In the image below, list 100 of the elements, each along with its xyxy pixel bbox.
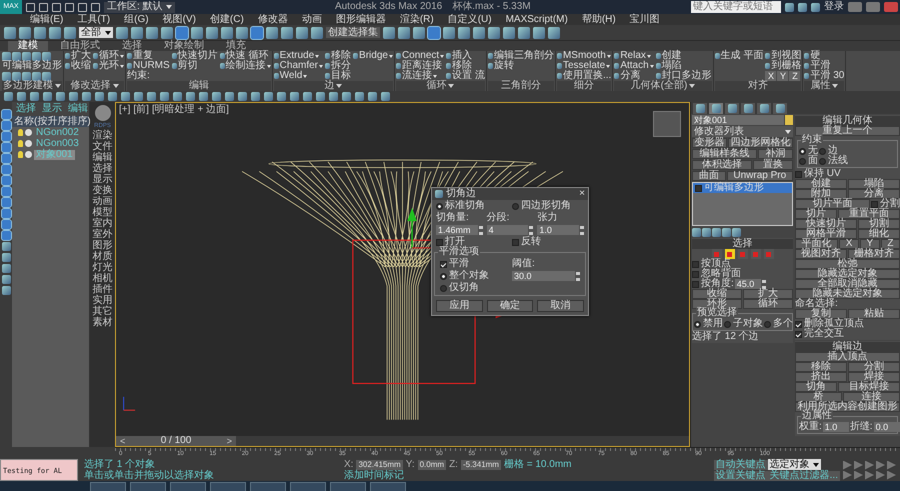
modifier-list-dropdown[interactable]: 修改器列表 — [692, 126, 793, 137]
ribbon-tab[interactable]: 建模 — [8, 41, 48, 51]
category-item[interactable]: 插件 — [92, 284, 112, 295]
tool-icon[interactable] — [161, 26, 173, 38]
radio-button[interactable] — [799, 158, 806, 164]
command-button[interactable]: X — [839, 239, 859, 249]
ribbon-tab[interactable]: 自由形式 — [50, 41, 110, 51]
checkbox[interactable] — [871, 200, 878, 208]
category-item[interactable]: 室外 — [92, 229, 112, 240]
tool-button[interactable]: Relax — [614, 51, 654, 61]
selection-set-dropdown[interactable]: 创建选择集 — [326, 27, 380, 38]
menu-item[interactable]: 帮助(H) — [582, 14, 616, 24]
command-button[interactable]: 粘贴 — [848, 309, 900, 319]
tool-icon[interactable] — [398, 26, 410, 38]
tool-icon[interactable] — [443, 26, 455, 38]
command-button[interactable]: 扩大 — [743, 289, 793, 299]
tool-button[interactable]: MSmooth — [556, 51, 612, 61]
menu-item[interactable]: 视图(V) — [162, 14, 196, 24]
dialog-button[interactable]: 取消 — [537, 300, 584, 312]
menu-item[interactable]: 编辑(E) — [30, 14, 64, 24]
panel-tab[interactable] — [693, 102, 707, 114]
radio-button[interactable] — [440, 284, 447, 292]
tool-button[interactable]: 插入 — [446, 51, 485, 61]
rollout-title[interactable]: 编辑几何体 — [795, 116, 900, 126]
add-time-tag-button[interactable]: 添加时间标记 — [344, 470, 404, 480]
input-field[interactable]: 4 — [486, 225, 528, 235]
radio-button[interactable] — [694, 320, 701, 328]
tool-button[interactable]: 重复 — [127, 51, 170, 61]
modifier-button[interactable]: 编辑样条线 — [692, 149, 757, 159]
spinner-arrows-icon[interactable] — [529, 226, 534, 234]
group-label[interactable]: 三角剖分 — [488, 81, 554, 91]
command-button[interactable]: 隐藏选定对象 — [795, 269, 900, 279]
radio-button[interactable] — [440, 272, 447, 280]
checkbox[interactable] — [692, 270, 699, 278]
coordinate-field[interactable]: -5.341mm — [460, 460, 501, 470]
menu-item[interactable]: MAXScript(M) — [506, 14, 568, 24]
color-swatch[interactable] — [785, 115, 793, 125]
command-button[interactable]: 隐藏未选定对象 — [795, 289, 900, 299]
next-frame-button[interactable]: > — [226, 436, 232, 446]
category-item[interactable]: 文件 — [92, 141, 112, 152]
tool-icon[interactable] — [4, 26, 16, 38]
maximize-button[interactable] — [866, 2, 880, 12]
category-item[interactable]: 其它 — [92, 306, 112, 317]
command-button[interactable]: 细化 — [858, 229, 900, 239]
group-label[interactable]: 属性 — [804, 81, 844, 91]
stack-item[interactable]: 可编辑多边形 — [693, 183, 792, 193]
group-label[interactable]: 对齐 — [714, 81, 802, 91]
explorer-tab[interactable]: 选择 — [16, 104, 36, 114]
menu-item[interactable]: 创建(C) — [210, 14, 244, 24]
tool-button[interactable]: 塌陷 — [656, 61, 712, 71]
workspace-dropdown[interactable]: 工作区: 默认 — [104, 2, 175, 12]
checkbox[interactable] — [795, 330, 802, 338]
group-label[interactable]: 细分 — [556, 81, 612, 91]
command-button[interactable]: 焊接 — [848, 372, 900, 382]
radio-button[interactable] — [799, 148, 806, 154]
command-button[interactable]: 目标焊接 — [838, 382, 900, 392]
tool-button[interactable]: 平滑 30 — [804, 71, 844, 81]
tool-button[interactable]: 分离 — [614, 71, 654, 81]
tool-button[interactable]: 循环 — [93, 51, 124, 61]
tool-button[interactable]: 剪切 — [172, 61, 218, 71]
tool-icon[interactable] — [296, 26, 308, 38]
tool-button[interactable]: 距离连接 — [396, 61, 444, 71]
key-filters-button[interactable]: 关键点过滤器... — [768, 471, 840, 481]
command-button[interactable]: 快速切片 — [795, 219, 857, 229]
category-item[interactable]: 素材 — [92, 317, 112, 328]
tool-button[interactable]: Tesselate — [556, 61, 612, 71]
command-button[interactable]: 插入顶点 — [795, 352, 900, 362]
tool-icon[interactable] — [533, 26, 545, 38]
panel-tab[interactable] — [757, 102, 771, 114]
tool-button[interactable]: 封口多边形 — [656, 71, 712, 81]
tool-icon[interactable] — [503, 26, 515, 38]
radio-button[interactable] — [764, 320, 771, 328]
modifier-button[interactable]: 四边形网格化 — [728, 138, 793, 148]
menu-item[interactable]: 自定义(U) — [448, 14, 492, 24]
tool-button[interactable]: 生成 平面 — [714, 51, 764, 61]
command-button[interactable]: 切片平面 — [795, 199, 870, 209]
tool-icon[interactable] — [191, 26, 203, 38]
group-label[interactable]: 编辑 — [127, 81, 271, 91]
tool-button[interactable]: 目标 — [325, 71, 352, 81]
menu-item[interactable]: 宝川图 — [630, 14, 660, 24]
category-item[interactable]: 室内 — [92, 218, 112, 229]
modifier-button[interactable]: Unwrap Pro — [726, 171, 793, 181]
menu-item[interactable]: 渲染(R) — [400, 14, 434, 24]
checkbox[interactable] — [692, 260, 699, 268]
command-button[interactable]: 分离 — [848, 189, 900, 199]
category-item[interactable]: 渲染 — [92, 130, 112, 141]
category-item[interactable]: 图形 — [92, 240, 112, 251]
command-button[interactable]: 切片 — [795, 209, 837, 219]
category-item[interactable]: 动画 — [92, 196, 112, 207]
radio-button[interactable] — [724, 320, 731, 328]
tool-button[interactable]: 光环 — [93, 61, 124, 71]
tool-icon[interactable] — [311, 26, 323, 38]
set-key-button[interactable]: 设置关键点 — [714, 471, 768, 481]
tool-button[interactable]: Extrude — [274, 51, 324, 61]
axis-button[interactable]: Z — [789, 71, 800, 81]
tool-button[interactable]: 平滑 — [804, 61, 844, 71]
viewport-label[interactable]: [明暗处理 + 边面] — [152, 105, 229, 115]
menu-item[interactable]: 修改器 — [258, 14, 288, 24]
explorer-tab[interactable]: 编辑 — [68, 104, 88, 114]
tool-button[interactable]: NURMS — [127, 61, 170, 71]
